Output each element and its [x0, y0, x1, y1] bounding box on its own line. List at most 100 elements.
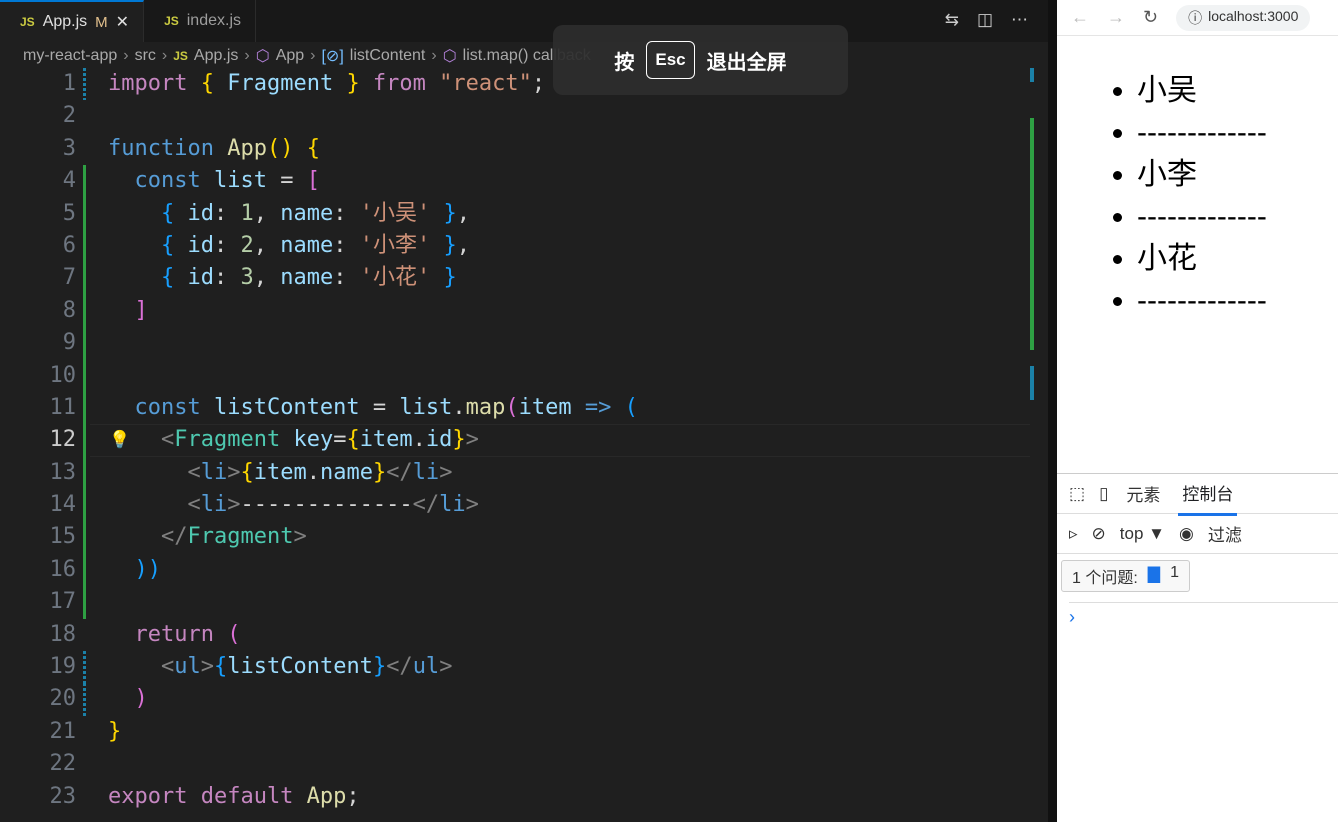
list-item: 小吴 — [1137, 70, 1267, 112]
issues-button[interactable]: 1 个问题: ▇ 1 — [1061, 560, 1191, 592]
code-line[interactable]: 4 const list = [ — [0, 165, 1030, 198]
code-line[interactable]: 1 import { Fragment } from "react"; — [0, 68, 1030, 101]
tab-console[interactable]: 控制台 — [1178, 472, 1238, 516]
code-token: } — [108, 718, 122, 744]
code-line[interactable]: 23 export default App; — [0, 781, 1030, 813]
code-token: list — [399, 394, 453, 420]
code-line[interactable]: 20 ) — [0, 683, 1030, 716]
code-token: name — [280, 200, 334, 226]
git-gutter-marker — [83, 262, 86, 295]
code-token: = — [359, 394, 400, 420]
code-line[interactable]: 11 const listContent = list.map(item => … — [0, 391, 1030, 425]
cube-icon: ⬡ — [255, 48, 270, 65]
code-token: 1 — [240, 200, 254, 226]
code-token: ( — [227, 621, 241, 647]
git-gutter-marker — [83, 651, 86, 684]
code-token: > — [200, 654, 214, 680]
code-text: } — [108, 716, 121, 748]
code-token: { — [213, 654, 228, 680]
editor-tabs: JS App.js M ✕ JS index.js ⇆ ◫ ⋯ — [0, 0, 1048, 42]
back-icon[interactable]: ← — [1071, 7, 1089, 28]
code-line[interactable]: 5 { id: 1, name: '小吴' }, — [0, 197, 1030, 230]
code-line[interactable]: 18 return ( — [0, 619, 1030, 651]
code-token: < — [108, 492, 201, 518]
code-line[interactable]: 14 <li>-------------</li> — [0, 489, 1030, 522]
code-line[interactable]: 19 <ul>{listContent}</ul> — [0, 651, 1030, 684]
code-line[interactable]: 13 <li>{item.name}</li> — [0, 456, 1030, 490]
line-number: 15 — [49, 524, 77, 550]
line-number: 16 — [49, 556, 77, 582]
code-line[interactable]: 2 — [0, 100, 1030, 132]
more-actions-icon[interactable]: ⋯ — [1011, 10, 1028, 30]
tab-app-js[interactable]: JS App.js M ✕ — [0, 0, 145, 42]
code-token: "react" — [439, 71, 532, 96]
url-field[interactable]: ⓘ localhost:3000 — [1176, 4, 1311, 31]
line-number: 8 — [62, 297, 76, 323]
inspect-icon[interactable]: ⬚ — [1069, 484, 1085, 504]
code-token: > — [439, 459, 453, 485]
code-token: 2 — [240, 232, 254, 258]
code-token: { — [160, 232, 175, 258]
line-number: 14 — [49, 492, 77, 518]
git-gutter-marker — [83, 327, 86, 360]
breadcrumb-item[interactable]: App — [276, 47, 304, 65]
eye-icon[interactable]: ◉ — [1179, 524, 1194, 544]
breadcrumb-item[interactable]: App.js — [194, 47, 238, 65]
code-token: , — [253, 232, 281, 258]
console-prompt[interactable]: › — [1069, 602, 1338, 628]
scrollbar[interactable] — [1028, 68, 1036, 408]
clear-console-icon[interactable]: ⊘ — [1092, 524, 1106, 544]
code-line[interactable]: 7 { id: 3, name: '小花' } — [0, 262, 1030, 295]
js-file-icon: JS — [164, 14, 179, 28]
code-token: '小花' — [359, 265, 431, 291]
code-token: < — [108, 427, 175, 453]
code-token: } — [346, 71, 360, 96]
git-gutter-marker — [83, 68, 86, 101]
code-text: { id: 2, name: '小李' }, — [108, 230, 470, 262]
code-line[interactable]: 12 💡 <Fragment key={item.id}> — [0, 424, 1030, 457]
breadcrumb-item[interactable]: my-react-app — [23, 47, 117, 65]
git-gutter-marker — [83, 197, 86, 230]
code-line[interactable]: 3 function App() { — [0, 133, 1030, 165]
code-line[interactable]: 22 — [0, 748, 1030, 780]
close-icon[interactable]: ✕ — [116, 12, 129, 32]
breadcrumb-item[interactable]: listContent — [350, 47, 426, 65]
code-token: return — [108, 621, 214, 647]
forward-icon[interactable]: → — [1107, 7, 1125, 28]
code-line[interactable]: 9 — [0, 327, 1030, 360]
compare-changes-icon[interactable]: ⇆ — [945, 10, 959, 30]
code-line[interactable]: 17 — [0, 586, 1030, 619]
reload-icon[interactable]: ↻ — [1143, 7, 1158, 28]
code-token: id — [174, 232, 214, 258]
tab-elements[interactable]: 元素 — [1122, 473, 1164, 514]
filter-input[interactable]: 过滤 — [1208, 521, 1242, 546]
git-gutter-marker — [83, 489, 86, 522]
code-line[interactable]: 16 )) — [0, 553, 1030, 587]
device-toggle-icon[interactable]: ▯ — [1099, 484, 1108, 504]
issues-label: 1 个问题: — [1072, 570, 1138, 587]
sidebar-toggle-icon[interactable]: ▹ — [1069, 524, 1078, 544]
line-number: 19 — [49, 654, 77, 680]
code-token: ) — [134, 686, 148, 712]
code-line[interactable]: 21} — [0, 716, 1030, 748]
code-token: : — [213, 232, 241, 258]
pane-divider[interactable] — [1048, 0, 1057, 822]
code-token: const — [108, 394, 201, 420]
tab-index-js[interactable]: JS index.js — [144, 0, 256, 42]
code-line[interactable]: 10 — [0, 359, 1030, 392]
context-select[interactable]: top ▼ — [1120, 524, 1165, 544]
code-line[interactable]: 8 ] — [0, 294, 1030, 328]
code-area[interactable]: 1 import { Fragment } from "react"; 2 3 func… — [0, 68, 1030, 813]
code-token: key — [280, 427, 334, 453]
code-token: ------------- — [240, 492, 413, 518]
code-line[interactable]: 15 </Fragment> — [0, 521, 1030, 554]
code-line[interactable]: 6 { id: 2, name: '小李' }, — [0, 229, 1030, 263]
breadcrumb-item[interactable]: src — [135, 47, 156, 65]
list-item: 小花 — [1137, 238, 1267, 280]
code-token: import — [108, 71, 188, 96]
code-token: function — [108, 135, 214, 161]
esc-key: Esc — [646, 41, 695, 79]
split-editor-icon[interactable]: ◫ — [977, 10, 993, 30]
